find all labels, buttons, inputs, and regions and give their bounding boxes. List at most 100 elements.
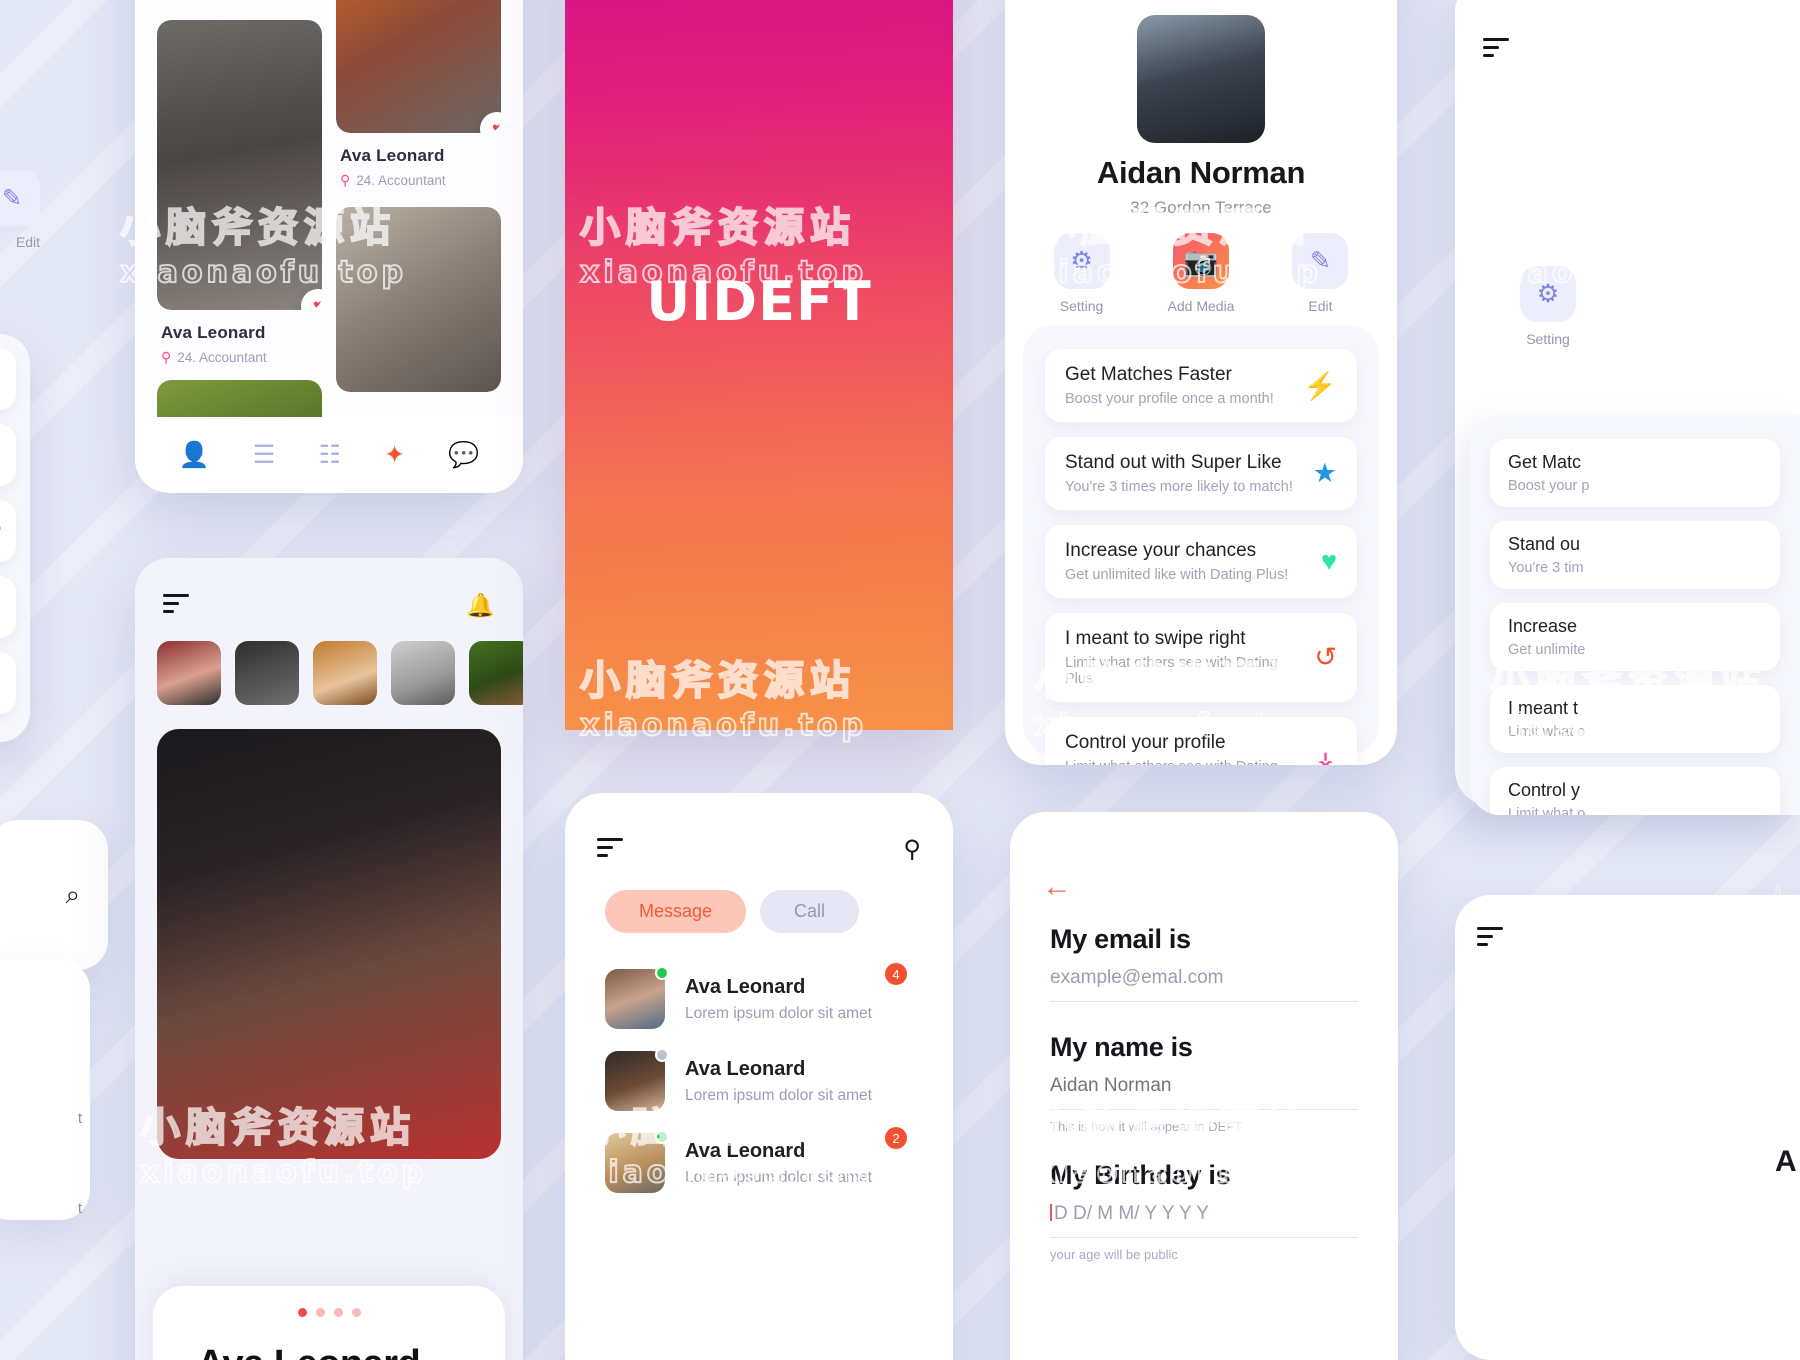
story-avatar[interactable] — [469, 641, 523, 705]
hamburger-icon[interactable] — [1477, 927, 1503, 951]
name-field[interactable]: Aidan Norman — [1050, 1063, 1358, 1110]
rail-star-button[interactable]: ★ — [0, 424, 16, 486]
birthday-field[interactable]: D D/ M M/ Y Y Y Y — [1050, 1191, 1358, 1238]
feature-item[interactable]: Stand out with Super Like You're 3 times… — [1045, 437, 1357, 510]
feature-subtitle: Get unlimited like with Dating Plus! — [1065, 567, 1289, 583]
bell-icon[interactable]: 🔔 — [466, 592, 495, 619]
feature-item[interactable]: Control y Limit what o — [1490, 767, 1780, 815]
avatar — [605, 969, 665, 1029]
story-row[interactable] — [135, 619, 523, 705]
email-field[interactable]: example@emal.com — [1050, 955, 1358, 1002]
pencil-icon: ✎ — [0, 170, 40, 226]
feature-subtitle: Limit what o — [1508, 724, 1586, 740]
avatar — [605, 1133, 665, 1193]
gear-icon: ⚙ — [1053, 233, 1110, 289]
feature-subtitle: Get unlimite — [1508, 642, 1586, 658]
feature-subtitle: Boost your profile once a month! — [1065, 391, 1274, 407]
feature-title: Increase — [1508, 616, 1578, 636]
profile-photo — [336, 0, 501, 133]
account-panel: Aidan Norman 32 Gordon Terrace ⚙ Setting… — [1005, 0, 1397, 765]
profile-card[interactable]: ♥ — [336, 0, 501, 133]
birthday-placeholder: D D/ M M/ Y Y Y Y — [1054, 1203, 1209, 1224]
feature-item[interactable]: I meant t Limit what o — [1490, 685, 1780, 753]
feature-item[interactable]: I meant to swipe right Limit what others… — [1045, 613, 1357, 702]
chevron-down-icon[interactable]: ⌄ — [442, 1353, 467, 1360]
right-setting-action[interactable]: ⚙ Setting — [1520, 266, 1576, 347]
feature-item[interactable]: Control your profile Limit what others s… — [1045, 717, 1357, 765]
feature-title: Increase your chances — [1065, 540, 1257, 561]
setting-action[interactable]: ⚙ Setting — [1053, 233, 1110, 314]
hamburger-icon[interactable] — [1483, 38, 1509, 62]
sparkle-icon[interactable]: ✦ — [384, 440, 405, 470]
feature-item[interactable]: Increase your chances Get unlimited like… — [1045, 525, 1357, 598]
star-icon: ★ — [1312, 458, 1337, 488]
photo-dots[interactable] — [153, 1308, 505, 1317]
discover-bottom-nav: 👤 ☰ ☷ ✦ 💬 — [135, 417, 523, 493]
feature-rail: ⚡ ★ ♥ ↺ ⚲ — [0, 334, 30, 742]
story-avatar[interactable] — [313, 641, 377, 705]
hamburger-icon[interactable] — [163, 593, 189, 618]
profile-name: Ava Leonard — [340, 146, 445, 165]
email-label: My email is — [1050, 924, 1191, 954]
profile-photo — [336, 207, 501, 392]
right-partial-form-panel: A — [1455, 895, 1800, 1360]
tab-message[interactable]: Message — [605, 890, 747, 933]
feature-item[interactable]: Get Matches Faster Boost your profile on… — [1045, 349, 1357, 422]
avatar — [605, 1051, 665, 1111]
tab-call[interactable]: Call — [760, 890, 860, 933]
story-avatar[interactable] — [157, 641, 221, 705]
search-icon[interactable]: ⚲ — [903, 835, 921, 864]
avatar[interactable] — [1137, 15, 1265, 143]
hamburger-icon[interactable] — [597, 837, 623, 862]
add-media-action[interactable]: 📷 Add Media — [1168, 233, 1234, 314]
story-avatar[interactable] — [391, 641, 455, 705]
feature-subtitle: You're 3 tim — [1508, 560, 1584, 576]
left-partial-text-2: t — [77, 1200, 82, 1217]
chat-icon[interactable]: 💬 — [448, 441, 479, 470]
swipe-panel: 🔔 Ava Leonard ◎ 30 km away ⌄ — [135, 558, 523, 1360]
gear-icon: ⚙ — [1520, 266, 1576, 322]
rail-bolt-button[interactable]: ⚡ — [0, 348, 16, 410]
left-partial-text-1: t — [77, 1110, 82, 1127]
rail-key-button[interactable]: ⚲ — [0, 652, 16, 714]
rail-edit-action[interactable]: ✎ Edit — [0, 170, 40, 250]
presence-dot — [655, 1130, 669, 1144]
presence-dot — [655, 1048, 669, 1062]
profile-card[interactable] — [336, 207, 501, 392]
feature-item[interactable]: Stand ou You're 3 tim — [1490, 521, 1780, 589]
rail-search-button[interactable]: ⌕ — [0, 820, 108, 970]
chat-thread[interactable]: Ava Leonard Lorem ipsum dolor sit amet 2 — [605, 1123, 953, 1205]
chat-preview: Lorem ipsum dolor sit amet — [685, 1004, 872, 1022]
search-icon: ⌕ — [65, 879, 80, 909]
feature-title: Stand ou — [1508, 534, 1581, 554]
person-icon[interactable]: 👤 — [179, 441, 210, 470]
feature-item[interactable]: Get Matc Boost your p — [1490, 439, 1780, 507]
profile-card[interactable]: ♥ — [157, 20, 322, 310]
key-icon: ⚶ — [1314, 746, 1337, 765]
grid-icon[interactable]: ☷ — [318, 440, 340, 470]
account-name: Aidan Norman — [1096, 155, 1306, 190]
swipe-photo[interactable] — [157, 729, 501, 1159]
pencil-icon: ✎ — [1292, 233, 1349, 289]
sliders-icon[interactable]: ☰ — [253, 440, 275, 470]
feature-item[interactable]: Increase Get unlimite — [1490, 603, 1780, 671]
story-avatar[interactable] — [235, 641, 299, 705]
chat-preview: Lorem ipsum dolor sit amet — [685, 1086, 872, 1104]
chat-thread[interactable]: Ava Leonard Lorem ipsum dolor sit amet — [605, 1041, 953, 1123]
rail-undo-button[interactable]: ↺ — [0, 576, 16, 638]
feature-title: Get Matches Faster — [1065, 364, 1232, 385]
name-label: My name is — [1050, 1032, 1193, 1062]
unread-badge: 4 — [885, 963, 907, 985]
feature-title: Stand out with Super Like — [1065, 452, 1282, 473]
feature-subtitle: You're 3 times more likely to match! — [1065, 479, 1293, 495]
bolt-icon: ⚡ — [1303, 370, 1337, 401]
profile-meta-text: 24. Accountant — [177, 350, 267, 365]
right-partial-feature-list: Get Matc Boost your p Stand ou You're 3 … — [1470, 415, 1800, 815]
profile-name: Ava Leonard — [161, 323, 266, 342]
right-setting-label: Setting — [1526, 331, 1570, 347]
chat-thread[interactable]: Ava Leonard Lorem ipsum dolor sit amet 4 — [605, 959, 953, 1041]
account-address: 32 Gordon Terrace — [1130, 198, 1272, 217]
edit-action[interactable]: ✎ Edit — [1292, 233, 1349, 314]
arrow-left-icon[interactable]: ← — [1042, 870, 1072, 904]
rail-heart-button[interactable]: ♥ — [0, 500, 16, 562]
